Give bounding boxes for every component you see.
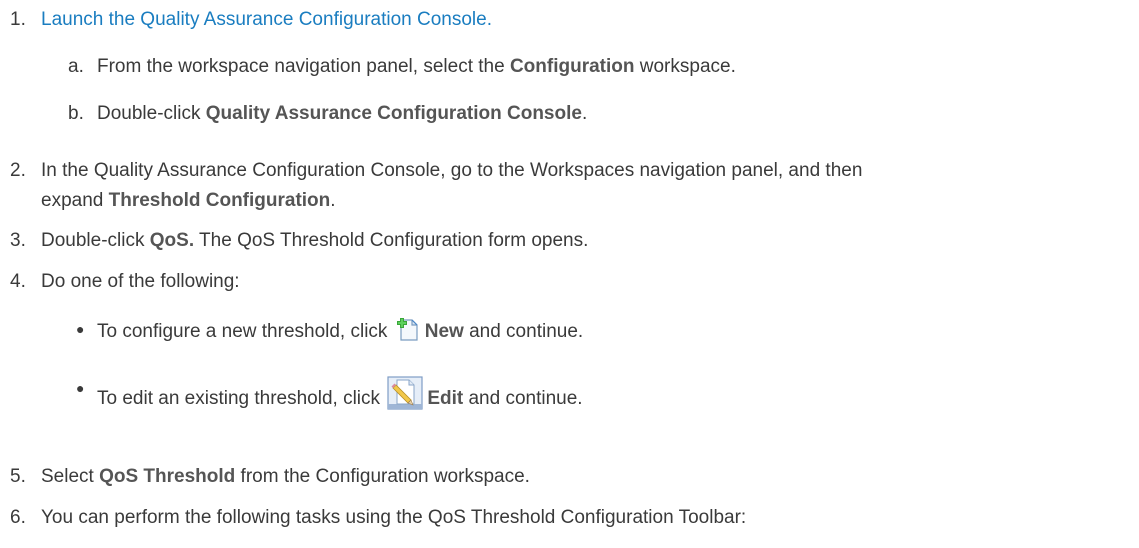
step-number: 2. xyxy=(10,160,26,181)
bullet-suffix: and continue. xyxy=(463,388,583,409)
configuration-term: Configuration xyxy=(509,56,635,77)
qos-term: QoS. xyxy=(149,230,195,251)
console-term: Quality Assurance Configuration Console xyxy=(205,103,582,124)
step-text: Do one of the following: xyxy=(41,271,240,292)
bullet-prefix: To configure a new threshold, click xyxy=(97,321,393,342)
edit-pencil-icon[interactable] xyxy=(387,376,423,417)
bullet-text: To configure a new threshold, click New … xyxy=(97,317,583,350)
qos-threshold-term: QoS Threshold xyxy=(99,466,236,487)
step-suffix: . xyxy=(330,190,336,211)
step-prefix: Select xyxy=(41,466,100,487)
substep-suffix: . xyxy=(581,103,588,124)
step-number: 6. xyxy=(10,507,26,528)
step-text: You can perform the following tasks usin… xyxy=(41,507,747,528)
step-number: 1. xyxy=(10,9,26,30)
step-prefix: Double-click xyxy=(41,230,150,251)
step-suffix: from the Configuration workspace. xyxy=(235,466,530,487)
step-text: Select QoS Threshold from the Configurat… xyxy=(41,465,530,489)
bullet-text: To edit an existing threshold, click Edi… xyxy=(97,376,583,417)
edit-label: Edit xyxy=(427,388,464,409)
substep-text: From the workspace navigation panel, sel… xyxy=(97,55,736,79)
step-number: 4. xyxy=(10,271,26,292)
step-suffix: The QoS Threshold Configuration form ope… xyxy=(194,230,589,251)
substep-letter: b. xyxy=(68,103,84,124)
bullet-prefix: To edit an existing threshold, click xyxy=(97,388,386,409)
substep-letter: a. xyxy=(68,56,84,77)
bullet-suffix: and continue. xyxy=(463,321,584,342)
substep-suffix: workspace. xyxy=(634,56,736,77)
new-document-icon[interactable] xyxy=(395,317,421,350)
step-number: 5. xyxy=(10,466,26,487)
step-text: expand Threshold Configuration. xyxy=(41,189,336,213)
bullet-dot: ● xyxy=(76,380,85,396)
new-label: New xyxy=(424,321,464,342)
step-prefix: expand xyxy=(41,190,109,211)
launch-console-link[interactable]: Launch the Quality Assurance Configurati… xyxy=(41,8,492,32)
substep-text: Double-click Quality Assurance Configura… xyxy=(97,102,587,126)
step-number: 3. xyxy=(10,230,26,251)
bullet-dot: ● xyxy=(76,321,85,337)
step-text: Double-click QoS. The QoS Threshold Conf… xyxy=(41,229,588,253)
step-text: In the Quality Assurance Configuration C… xyxy=(41,160,863,181)
substep-prefix: Double-click xyxy=(97,103,206,124)
threshold-configuration-term: Threshold Configuration xyxy=(108,190,331,211)
substep-prefix: From the workspace navigation panel, sel… xyxy=(97,56,510,77)
